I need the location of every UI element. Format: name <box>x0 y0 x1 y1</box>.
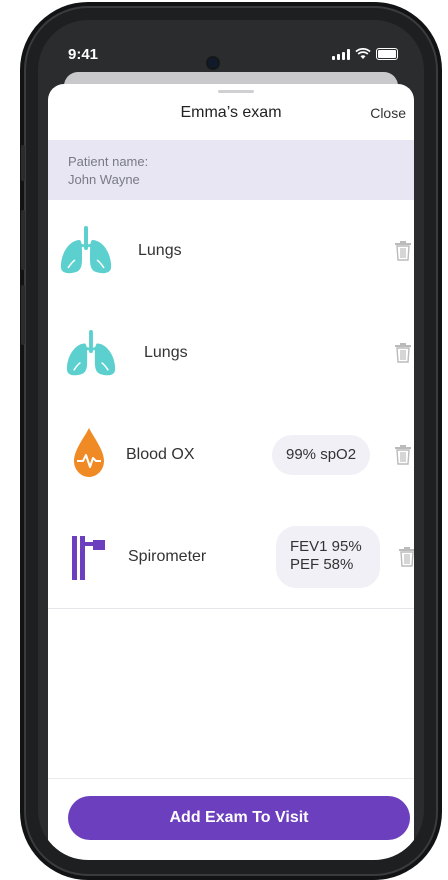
list-item[interactable]: Blood OX 99% spO2 <box>48 404 414 507</box>
list-item[interactable]: Spirometer FEV1 95% PEF 58% <box>48 506 414 609</box>
measurement-line: FEV1 95% <box>290 538 362 555</box>
patient-name: John Wayne <box>68 172 140 187</box>
list-item-label: Spirometer <box>128 548 207 565</box>
trash-icon[interactable] <box>394 445 412 465</box>
blood-drop-icon <box>74 428 104 477</box>
lungs-icon <box>66 330 116 376</box>
side-button-left <box>21 285 25 345</box>
trash-icon[interactable] <box>394 241 412 261</box>
sheet-title: Emma’s exam <box>180 104 282 121</box>
side-button-left <box>21 145 25 181</box>
patient-name-label: Patient name: <box>68 154 149 169</box>
measurement-badge: 99% spO2 <box>272 435 371 475</box>
list-item-label: Lungs <box>144 344 188 361</box>
battery-icon <box>376 48 398 60</box>
close-button[interactable]: Close <box>370 105 406 121</box>
status-time: 9:41 <box>68 46 99 63</box>
side-button-left <box>21 210 25 270</box>
wifi-icon <box>355 48 371 59</box>
add-exam-to-visit-button[interactable]: Add Exam To Visit <box>68 796 410 840</box>
footer-divider <box>48 778 414 779</box>
spirometer-icon <box>72 536 105 580</box>
lungs-icon <box>60 226 112 274</box>
list-item-label: Blood OX <box>126 446 195 463</box>
phone-screen: 9:41 Emma’s exam Close Patient name: Joh… <box>38 20 424 860</box>
exam-sheet: Emma’s exam Close Patient name: John Way… <box>48 84 414 860</box>
list-item[interactable]: Lungs <box>48 302 414 405</box>
list-item[interactable]: Lungs <box>48 200 414 303</box>
status-icons <box>332 48 398 60</box>
signal-icon <box>332 48 350 60</box>
front-camera <box>208 58 218 68</box>
trash-icon[interactable] <box>398 547 414 567</box>
measurement-line: PEF 58% <box>290 556 354 573</box>
trash-icon[interactable] <box>394 343 412 363</box>
patient-section: Patient name: John Wayne <box>48 140 414 200</box>
list-item-label: Lungs <box>138 242 182 259</box>
measurement-badge: FEV1 95% PEF 58% <box>276 526 380 588</box>
sheet-header: Emma’s exam Close <box>48 84 414 140</box>
